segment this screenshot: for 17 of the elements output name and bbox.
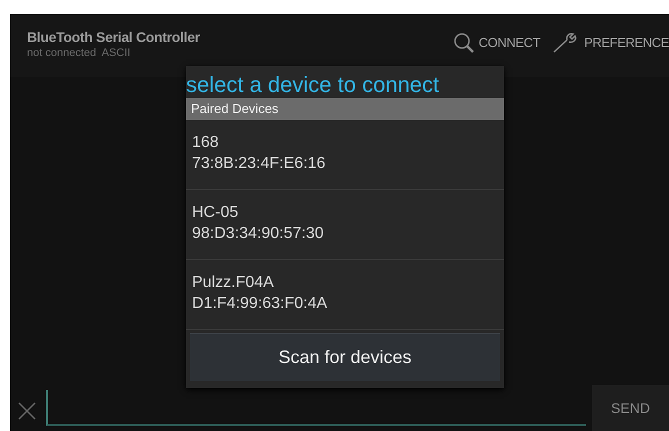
section-header: Paired Devices (186, 98, 504, 120)
app-title: BlueTooth Serial Controller (27, 28, 200, 46)
device-name[interactable]: 168 (192, 132, 219, 153)
device-name[interactable]: HC-05 (192, 202, 238, 223)
send-button[interactable]: SEND (592, 385, 669, 431)
dialog-title: select a device to connect (186, 71, 440, 98)
device-address[interactable]: 73:8B:23:4F:E6:16 (192, 153, 326, 174)
device-address[interactable]: D1:F4:99:63:F0:4A (192, 293, 328, 314)
device-name[interactable]: Pulzz.F04A (192, 272, 274, 293)
connect-button[interactable]: CONNECT (452, 32, 540, 54)
close-icon[interactable] (18, 402, 36, 420)
device-address[interactable]: 98:D3:34:90:57:30 (192, 223, 324, 244)
message-field[interactable] (46, 390, 586, 426)
connection-status: not connected ASCII (27, 46, 130, 60)
preference-button[interactable]: PREFERENCE (552, 32, 669, 54)
scan-button[interactable]: Scan for devices (190, 333, 500, 381)
search-icon (452, 32, 475, 54)
